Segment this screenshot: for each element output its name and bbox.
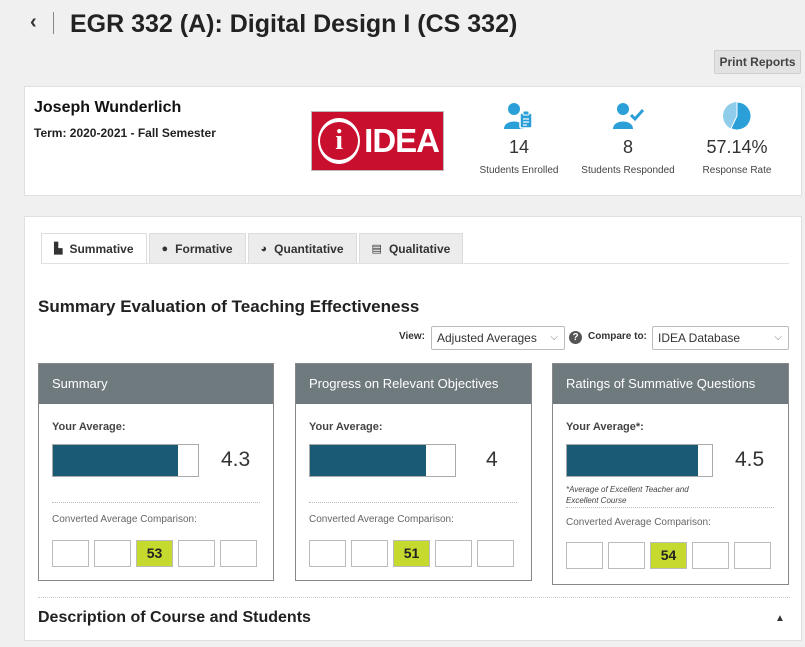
info-icon: ● <box>161 242 169 255</box>
comparison-box <box>351 540 388 567</box>
instructor-name: Joseph Wunderlich <box>34 99 182 116</box>
stat-response-rate: 57.14% Response Rate <box>687 101 787 176</box>
converted-average-label: Converted Average Comparison: <box>309 514 454 525</box>
page-header: ‹ EGR 332 (A): Digital Design I (CS 332) <box>0 0 805 48</box>
pie-icon: ◕ <box>260 242 268 255</box>
comparison-box <box>94 540 131 567</box>
section-divider <box>38 597 790 598</box>
tab-formative[interactable]: ● Formative <box>148 233 246 264</box>
average-bar <box>566 444 713 477</box>
tab-bar: ▙ Summative ● Formative ◕ Quantitative ▤… <box>41 233 465 264</box>
your-average-label: Your Average*: <box>566 421 644 433</box>
view-select-value: Adjusted Averages <box>437 331 537 345</box>
card-title: Progress on Relevant Objectives <box>296 364 531 404</box>
card-title: Summary <box>39 364 273 404</box>
stat-value: 57.14% <box>706 137 768 157</box>
help-icon[interactable]: ? <box>569 331 582 344</box>
comparison-box-highlighted: 51 <box>393 540 430 567</box>
comparison-box <box>566 542 603 569</box>
comparison-box <box>477 540 514 567</box>
course-info-card: Joseph Wunderlich Term: 2020-2021 - Fall… <box>24 86 802 196</box>
comparison-box <box>178 540 215 567</box>
comparison-box <box>52 540 89 567</box>
average-bar <box>52 444 199 477</box>
stat-label: Students Enrolled <box>479 165 559 176</box>
card-title: Ratings of Summative Questions <box>553 364 788 404</box>
tab-quantitative[interactable]: ◕ Quantitative <box>247 233 357 264</box>
print-reports-button[interactable]: Print Reports <box>714 50 801 74</box>
tab-label: Summative <box>69 241 134 256</box>
compare-label: Compare to: <box>588 331 647 342</box>
your-average-label: Your Average: <box>52 421 126 433</box>
comparison-boxes: 54 <box>566 542 776 569</box>
average-bar-fill <box>310 445 426 476</box>
page-title: EGR 332 (A): Digital Design I (CS 332) <box>70 10 518 38</box>
card-divider <box>566 507 774 508</box>
card-divider <box>52 502 260 503</box>
progress-objectives-card: Progress on Relevant Objectives Your Ave… <box>295 363 532 581</box>
average-value: 4 <box>486 448 498 471</box>
average-bar <box>309 444 456 477</box>
stat-students-responded: 8 Students Responded <box>578 101 678 176</box>
tab-qualitative[interactable]: ▤ Qualitative <box>358 233 464 264</box>
tab-divider <box>41 263 789 264</box>
tab-label: Formative <box>175 241 233 256</box>
average-value: 4.5 <box>735 448 765 471</box>
description-section-toggle[interactable]: Description of Course and Students <box>38 609 311 627</box>
term-label: Term: 2020-2021 - Fall Semester <box>34 126 216 140</box>
stat-value: 8 <box>622 137 633 157</box>
filter-row: View: Adjusted Averages ⌵ ? Compare to: … <box>25 325 803 351</box>
average-bar-fill <box>53 445 178 476</box>
card-divider <box>309 502 517 503</box>
stat-label: Students Responded <box>581 165 675 176</box>
comparison-box <box>608 542 645 569</box>
comparison-box <box>692 542 729 569</box>
tab-summative[interactable]: ▙ Summative <box>41 233 147 264</box>
compare-select[interactable]: IDEA Database ⌵ <box>652 326 789 350</box>
evaluation-panel: ▙ Summative ● Formative ◕ Quantitative ▤… <box>24 216 802 641</box>
header-divider <box>53 12 54 34</box>
comparison-boxes: 51 <box>309 540 519 567</box>
stat-label: Response Rate <box>702 165 772 176</box>
tab-label: Qualitative <box>388 241 451 256</box>
view-select[interactable]: Adjusted Averages ⌵ <box>431 326 565 350</box>
view-label: View: <box>399 331 425 342</box>
user-clipboard-icon <box>469 101 569 131</box>
summary-card: Summary Your Average: 4.3 Converted Aver… <box>38 363 274 581</box>
caret-up-icon[interactable]: ▲ <box>775 613 785 624</box>
user-check-icon <box>578 101 678 131</box>
summative-questions-card: Ratings of Summative Questions Your Aver… <box>552 363 789 585</box>
stat-students-enrolled: 14 Students Enrolled <box>469 101 569 176</box>
list-icon: ▤ <box>371 243 382 255</box>
comparison-box <box>435 540 472 567</box>
tab-label: Quantitative <box>274 241 344 256</box>
compare-select-value: IDEA Database <box>658 331 741 345</box>
idea-logo-circle: i <box>318 118 361 164</box>
converted-average-label: Converted Average Comparison: <box>52 514 197 525</box>
section-title: Summary Evaluation of Teaching Effective… <box>38 297 420 316</box>
average-value: 4.3 <box>221 448 251 471</box>
comparison-box-highlighted: 54 <box>650 542 687 569</box>
converted-average-label: Converted Average Comparison: <box>566 517 711 528</box>
average-footnote: *Average of Excellent Teacher and Excell… <box>566 485 689 505</box>
bar-chart-icon: ▙ <box>54 243 63 255</box>
idea-logo-glyph: i <box>320 122 359 160</box>
chevron-down-icon: ⌵ <box>774 332 782 343</box>
pie-chart-icon <box>687 101 787 131</box>
idea-logo: i IDEA <box>311 111 444 171</box>
idea-logo-text: IDEA <box>364 122 440 159</box>
average-bar-fill <box>567 445 698 476</box>
back-chevron-icon[interactable]: ‹ <box>30 10 37 34</box>
your-average-label: Your Average: <box>309 421 383 433</box>
chevron-down-icon: ⌵ <box>550 332 558 343</box>
stat-value: 14 <box>508 137 530 157</box>
comparison-box <box>220 540 257 567</box>
comparison-box-highlighted: 53 <box>136 540 173 567</box>
comparison-box <box>309 540 346 567</box>
comparison-boxes: 53 <box>52 540 262 567</box>
comparison-box <box>734 542 771 569</box>
